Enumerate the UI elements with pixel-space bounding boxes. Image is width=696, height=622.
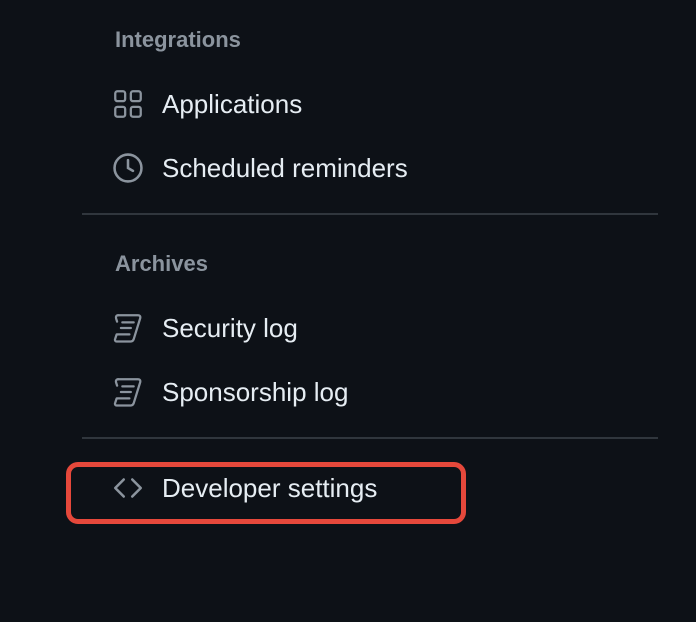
sidebar-item-label: Security log [162,312,298,343]
sidebar-item-security-log[interactable]: Security log [110,306,298,350]
section-divider [82,437,658,439]
code-brackets-icon [110,470,146,506]
log-scroll-icon [110,310,146,346]
apps-grid-icon [110,86,146,122]
clock-icon [110,150,146,186]
section-heading-archives: Archives [115,251,208,276]
section-divider [82,213,658,215]
sidebar-item-sponsorship-log[interactable]: Sponsorship log [110,370,348,414]
sidebar-item-scheduled-reminders[interactable]: Scheduled reminders [110,146,408,190]
settings-sidebar: Integrations Applications Scheduled remi… [0,0,696,622]
log-scroll-icon [110,374,146,410]
sidebar-item-applications[interactable]: Applications [110,82,302,126]
section-heading-integrations: Integrations [115,27,241,52]
sidebar-item-developer-settings[interactable]: Developer settings [110,466,377,510]
sidebar-item-label: Developer settings [162,472,378,503]
sidebar-item-label: Scheduled reminders [162,152,408,183]
sidebar-item-label: Applications [162,88,303,119]
sidebar-item-label: Sponsorship log [162,376,349,407]
